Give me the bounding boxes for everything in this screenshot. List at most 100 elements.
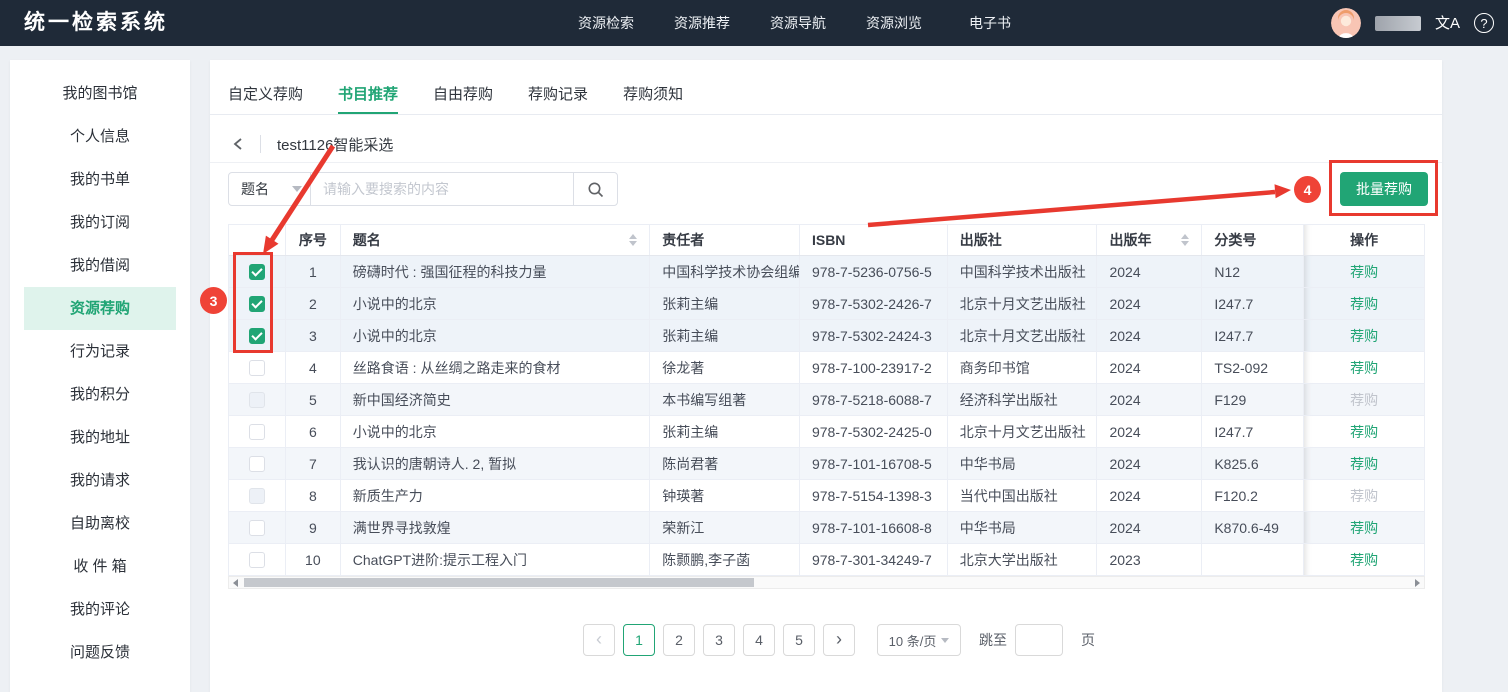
nav-item[interactable]: 资源推荐 — [674, 13, 730, 33]
row-checkbox[interactable] — [249, 520, 265, 536]
sort-icon[interactable] — [629, 234, 637, 246]
action-cell: 荐购 — [1304, 384, 1424, 415]
breadcrumb: test1126智能采选 — [210, 126, 1442, 163]
sidebar-item[interactable]: 我的请求 — [24, 459, 176, 502]
row-checkbox[interactable] — [249, 328, 265, 344]
page-button[interactable]: 5 — [783, 624, 815, 656]
page-size-select[interactable]: 10 条/页 — [877, 624, 961, 656]
checkbox-cell — [229, 288, 286, 319]
table-body: 1磅礴时代 : 强国征程的科技力量中国科学技术协会组编978-7-5236-07… — [229, 256, 1424, 576]
sidebar-item[interactable]: 行为记录 — [24, 330, 176, 373]
recommend-link[interactable]: 荐购 — [1350, 294, 1378, 314]
table-row: 5新中国经济简史本书编写组著978-7-5218-6088-7经济科学出版社20… — [229, 384, 1424, 416]
sidebar-item[interactable]: 自助离校 — [24, 502, 176, 545]
horizontal-scrollbar[interactable] — [228, 576, 1425, 589]
year-cell: 2024 — [1097, 288, 1202, 319]
table-header: 序号 题名 责任者 ISBN 出版社 出版年 分类号 操作 — [229, 225, 1424, 256]
page-button[interactable]: 1 — [623, 624, 655, 656]
isbn-cell: 978-7-101-16708-5 — [800, 448, 948, 479]
isbn-cell: 978-7-101-16608-8 — [800, 512, 948, 543]
back-button[interactable] — [232, 137, 244, 151]
scrollbar-track[interactable] — [242, 577, 1411, 588]
scroll-left-icon[interactable] — [229, 577, 242, 588]
header-title[interactable]: 题名 — [341, 225, 650, 255]
page-button[interactable]: 3 — [703, 624, 735, 656]
publisher-cell: 北京十月文艺出版社 — [948, 288, 1098, 319]
action-cell: 荐购 — [1304, 352, 1424, 383]
classno-cell: I247.7 — [1202, 320, 1304, 351]
sidebar-item[interactable]: 我的图书馆 — [24, 72, 176, 115]
recommend-link[interactable]: 荐购 — [1350, 358, 1378, 378]
isbn-cell: 978-7-5302-2426-7 — [800, 288, 948, 319]
row-checkbox[interactable] — [249, 360, 265, 376]
publisher-cell: 当代中国出版社 — [948, 480, 1098, 511]
recommend-link[interactable]: 荐购 — [1350, 326, 1378, 346]
sidebar-item[interactable]: 我的订阅 — [24, 201, 176, 244]
action-cell: 荐购 — [1304, 480, 1424, 511]
row-checkbox[interactable] — [249, 552, 265, 568]
title-cell: 小说中的北京 — [341, 416, 650, 447]
sort-icon[interactable] — [1181, 234, 1189, 246]
page-button[interactable]: 2 — [663, 624, 695, 656]
recommend-link[interactable]: 荐购 — [1350, 422, 1378, 442]
row-checkbox[interactable] — [249, 488, 265, 504]
tab[interactable]: 书目推荐 — [338, 77, 398, 114]
search-input[interactable] — [311, 173, 573, 205]
sidebar-item[interactable]: 我的积分 — [24, 373, 176, 416]
translate-icon[interactable]: 文A — [1435, 16, 1460, 31]
batch-recommend-button[interactable]: 批量荐购 — [1340, 172, 1428, 206]
recommend-link[interactable]: 荐购 — [1350, 486, 1378, 506]
recommend-link[interactable]: 荐购 — [1350, 390, 1378, 410]
recommend-link[interactable]: 荐购 — [1350, 262, 1378, 282]
row-checkbox[interactable] — [249, 296, 265, 312]
author-cell: 中国科学技术协会组编 — [650, 256, 800, 287]
recommend-link[interactable]: 荐购 — [1350, 454, 1378, 474]
sidebar-item[interactable]: 我的书单 — [24, 158, 176, 201]
tab[interactable]: 自由荐购 — [433, 77, 493, 114]
recommend-link[interactable]: 荐购 — [1350, 518, 1378, 538]
year-cell: 2024 — [1097, 256, 1202, 287]
header-year-label: 出版年 — [1109, 230, 1151, 250]
page-button[interactable]: 4 — [743, 624, 775, 656]
title-cell: 我认识的唐朝诗人. 2, 暂拟 — [341, 448, 650, 479]
row-checkbox[interactable] — [249, 424, 265, 440]
search-field-select[interactable]: 题名 — [229, 173, 311, 205]
sidebar-item[interactable]: 我的地址 — [24, 416, 176, 459]
scrollbar-thumb[interactable] — [244, 578, 754, 587]
tab[interactable]: 荐购记录 — [528, 77, 588, 114]
recommend-link[interactable]: 荐购 — [1350, 550, 1378, 570]
help-icon[interactable]: ? — [1474, 13, 1494, 33]
sidebar-item[interactable]: 我的借阅 — [24, 244, 176, 287]
nav-item[interactable]: 电子书 — [962, 13, 1018, 33]
prev-page-button[interactable]: ‹ — [583, 624, 615, 656]
row-checkbox[interactable] — [249, 264, 265, 280]
nav-item[interactable]: 资源浏览 — [866, 13, 922, 33]
action-cell: 荐购 — [1304, 320, 1424, 351]
sidebar-item[interactable]: 资源荐购 — [24, 287, 176, 330]
next-page-button[interactable]: › — [823, 624, 855, 656]
checkbox-cell — [229, 480, 286, 511]
sidebar-item[interactable]: 问题反馈 — [24, 631, 176, 674]
row-checkbox[interactable] — [249, 456, 265, 472]
row-checkbox[interactable] — [249, 392, 265, 408]
tab[interactable]: 荐购须知 — [623, 77, 683, 114]
publisher-cell: 北京十月文艺出版社 — [948, 320, 1098, 351]
avatar[interactable] — [1331, 8, 1361, 38]
scroll-right-icon[interactable] — [1411, 577, 1424, 588]
search-button[interactable] — [573, 173, 617, 205]
tab[interactable]: 自定义荐购 — [228, 77, 303, 114]
jump-page-input[interactable] — [1015, 624, 1063, 656]
header-year[interactable]: 出版年 — [1097, 225, 1202, 255]
page: 统一检索系统 资源检索资源推荐资源导航资源浏览电子书 文A ? 我的图书馆个人信… — [0, 0, 1508, 692]
sidebar-item[interactable]: 我的评论 — [24, 588, 176, 631]
header-author: 责任者 — [650, 225, 800, 255]
nav-item[interactable]: 资源检索 — [578, 13, 634, 33]
action-cell: 荐购 — [1304, 544, 1424, 575]
author-cell: 荣新江 — [650, 512, 800, 543]
nav-item[interactable]: 资源导航 — [770, 13, 826, 33]
table-row: 7我认识的唐朝诗人. 2, 暂拟陈尚君著978-7-101-16708-5中华书… — [229, 448, 1424, 480]
sidebar-item[interactable]: 个人信息 — [24, 115, 176, 158]
jump-label: 跳至 — [979, 630, 1007, 650]
header-seq: 序号 — [286, 225, 341, 255]
sidebar-item[interactable]: 收 件 箱 — [24, 545, 176, 588]
